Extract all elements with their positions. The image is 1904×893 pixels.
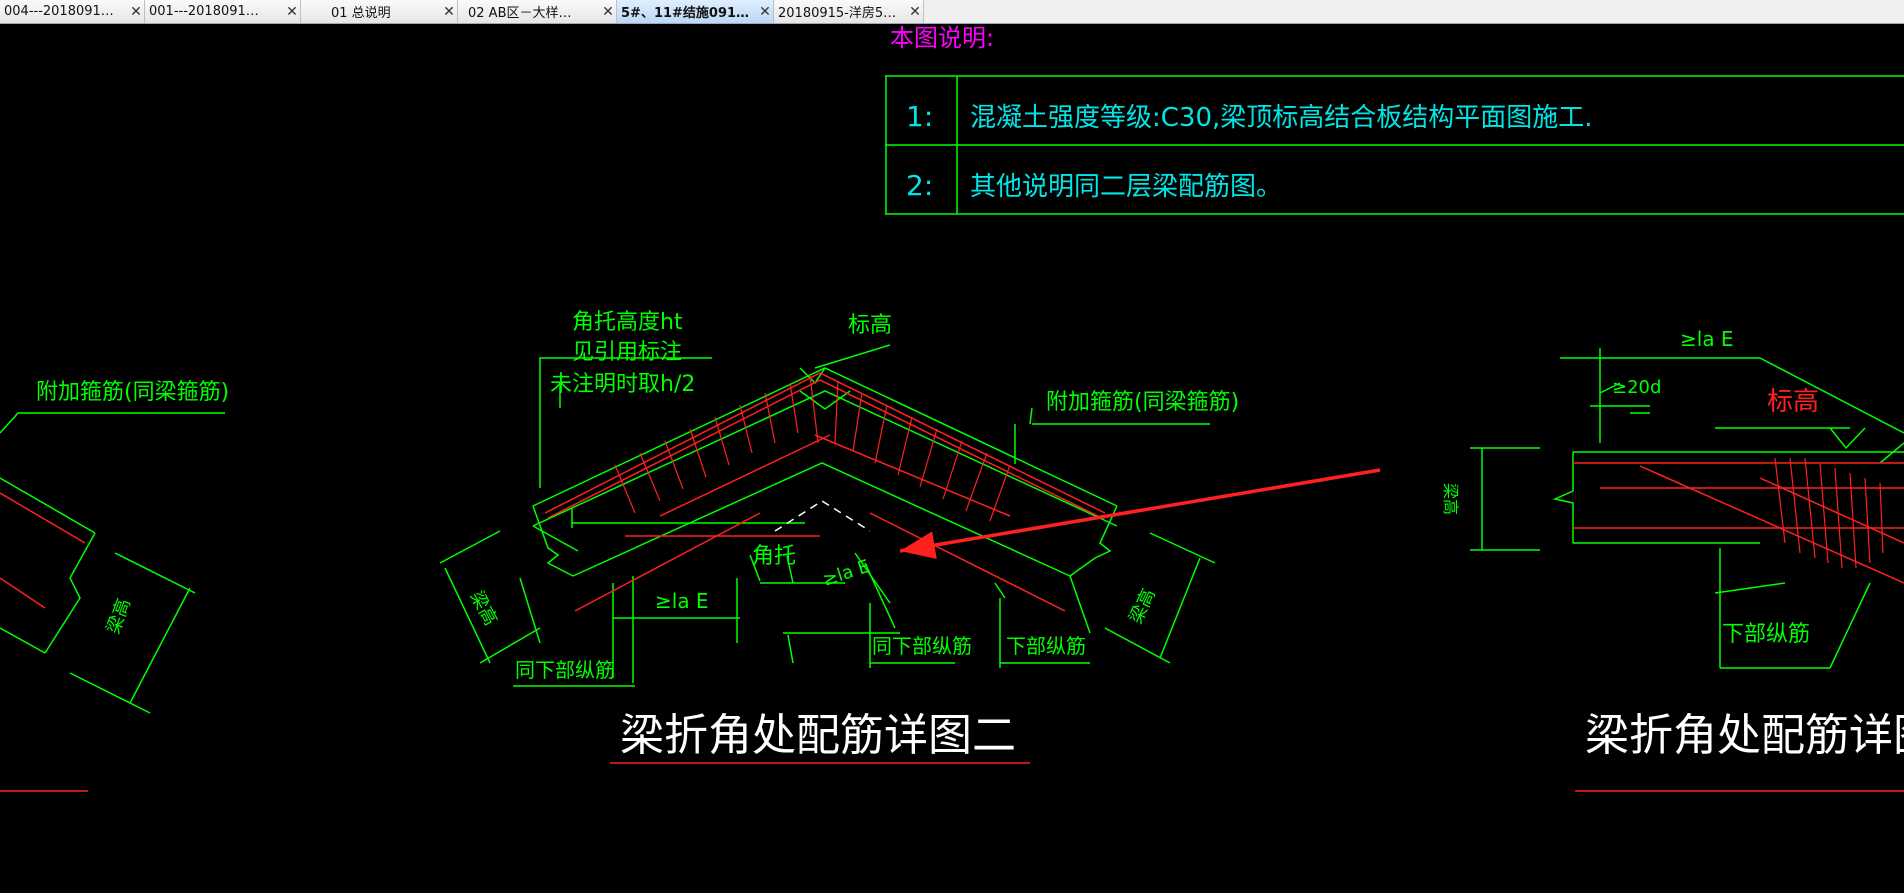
label-see-reference: 见引用标注 bbox=[572, 340, 682, 365]
tab-label: 5#、11#结施091… bbox=[621, 6, 750, 21]
label-same-bottom-left: 同下部纵筋 bbox=[515, 658, 615, 682]
close-icon[interactable]: ✕ bbox=[757, 4, 773, 20]
label-default-value: 未注明时取h/2 bbox=[550, 372, 695, 397]
tab-label: 01 总说明 bbox=[331, 6, 391, 21]
label-elevation: 标高 bbox=[848, 313, 892, 338]
cad-viewer-window: 004---2018091… ✕ 001---2018091… ✕ 01 总说明… bbox=[0, 0, 1904, 893]
label-lae-1: ≥la E bbox=[655, 589, 709, 613]
center-haunch-dashed bbox=[774, 500, 871, 532]
tab-004[interactable]: 004---2018091… ✕ bbox=[0, 0, 145, 23]
right-label-height: 梁高 bbox=[1441, 483, 1460, 515]
left-label-height: 梁高 bbox=[103, 596, 135, 637]
right-label-20d: ≥20d bbox=[1612, 377, 1661, 398]
label-height-right: 梁高 bbox=[1125, 586, 1159, 628]
label-haunch: 角托 bbox=[752, 544, 796, 569]
tab-label: 02 AB区－大样… bbox=[468, 6, 572, 21]
right-label-elevation: 标高 bbox=[1767, 387, 1819, 417]
annotation-arrow bbox=[899, 468, 1381, 559]
label-lae-2: ≥la E bbox=[820, 556, 872, 591]
tab-001[interactable]: 001---2018091… ✕ bbox=[145, 0, 301, 23]
drawing-canvas[interactable]: 本图说明: 1: 混凝土强度等级:C30,梁顶标高结合板结构平面图施工. 2: … bbox=[0, 23, 1904, 893]
document-tab-bar: 004---2018091… ✕ 001---2018091… ✕ 01 总说明… bbox=[0, 0, 1904, 24]
center-rebar bbox=[544, 372, 1106, 764]
tab-ab-zone[interactable]: 02 AB区－大样… ✕ bbox=[458, 0, 617, 23]
label-additional-stirrup: 附加箍筋(同梁箍筋) bbox=[1046, 390, 1239, 415]
left-detail: 附加箍筋(同梁箍筋) 梁高 bbox=[0, 380, 229, 792]
tab-label: 20180915-洋房5… bbox=[778, 6, 897, 21]
label-same-bottom-mid: 同下部纵筋 bbox=[872, 634, 972, 658]
label-haunch-height: 角托高度ht bbox=[572, 310, 683, 335]
tab-structure-active[interactable]: 5#、11#结施091… ✕ bbox=[617, 0, 774, 23]
right-label-lae: ≥la E bbox=[1680, 327, 1734, 351]
close-icon[interactable]: ✕ bbox=[284, 4, 300, 20]
note-1-text: 混凝土强度等级:C30,梁顶标高结合板结构平面图施工. bbox=[970, 103, 1593, 133]
note-1-number: 1: bbox=[906, 100, 933, 133]
right-stirrups bbox=[1774, 457, 1884, 569]
notes-block: 本图说明: 1: 混凝土强度等级:C30,梁顶标高结合板结构平面图施工. 2: … bbox=[885, 24, 1904, 215]
close-icon[interactable]: ✕ bbox=[441, 4, 457, 20]
right-beam-outline bbox=[1470, 348, 1904, 669]
detail-2-title: 梁折角处配筋详图二 bbox=[620, 710, 1016, 761]
right-detail: ≥la E ≥20d 标高 梁高 下部纵筋 梁折角处配筋详图三 bbox=[1441, 327, 1904, 792]
note-2-text: 其他说明同二层梁配筋图。 bbox=[970, 172, 1282, 202]
close-icon[interactable]: ✕ bbox=[907, 4, 923, 20]
tab-20180915[interactable]: 20180915-洋房5… ✕ bbox=[774, 0, 924, 23]
close-icon[interactable]: ✕ bbox=[128, 4, 144, 20]
left-beam-outline bbox=[0, 412, 225, 714]
tab-label: 004---2018091… bbox=[4, 4, 114, 19]
tab-general-notes[interactable]: 01 总说明 ✕ bbox=[301, 0, 458, 23]
left-label-stirrup: 附加箍筋(同梁箍筋) bbox=[36, 380, 229, 405]
right-label-bottom: 下部纵筋 bbox=[1722, 622, 1810, 647]
detail-3-title: 梁折角处配筋详图三 bbox=[1585, 710, 1904, 761]
label-bottom-rebar: 下部纵筋 bbox=[1006, 634, 1086, 658]
center-detail: 角托高度ht 见引用标注 未注明时取h/2 标高 附加箍筋(同梁箍筋) 角托 ≥… bbox=[439, 310, 1381, 764]
tab-label: 001---2018091… bbox=[149, 4, 259, 19]
close-icon[interactable]: ✕ bbox=[600, 4, 616, 20]
notes-title: 本图说明: bbox=[890, 24, 994, 52]
note-2-number: 2: bbox=[906, 169, 933, 202]
left-rebar bbox=[0, 492, 88, 792]
